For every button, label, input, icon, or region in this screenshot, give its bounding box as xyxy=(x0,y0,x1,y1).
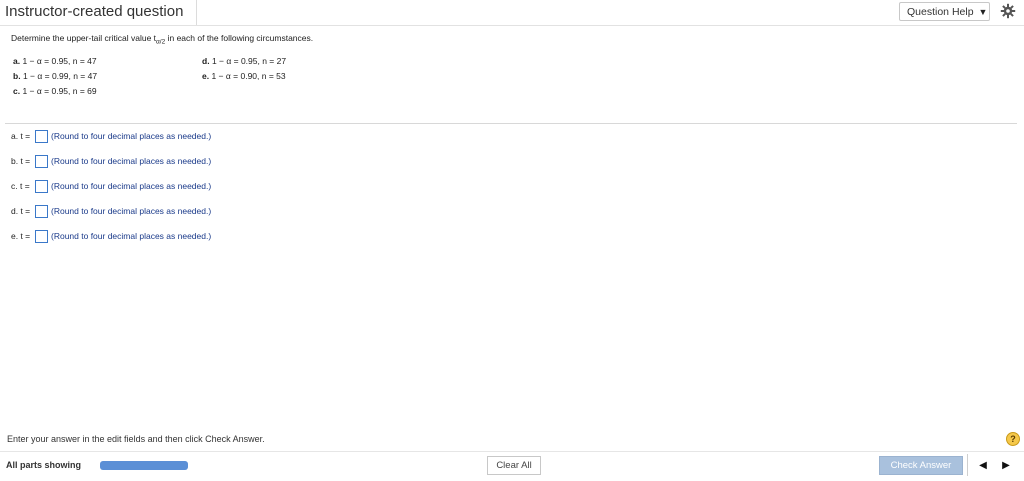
section-divider xyxy=(5,123,1017,124)
condition-text: 1 − α = 0.95, n = 27 xyxy=(211,56,287,66)
next-arrow-icon[interactable]: ▶ xyxy=(996,456,1016,475)
prompt-subscript: α/2 xyxy=(156,38,166,46)
condition-letter: d. xyxy=(202,56,210,66)
question-help-label: Question Help xyxy=(907,5,974,18)
check-answer-button[interactable]: Check Answer xyxy=(879,456,963,475)
header-bar: Instructor-created question Question Hel… xyxy=(0,0,1024,26)
condition-letter: c. xyxy=(13,86,21,96)
previous-arrow-icon[interactable]: ◀ xyxy=(973,456,993,475)
parts-progress-bar xyxy=(100,461,188,470)
condition-b: b. 1 − α = 0.99, n = 47 xyxy=(13,71,97,81)
answer-input-d[interactable] xyxy=(35,204,48,218)
answer-input-a[interactable] xyxy=(35,129,48,143)
answer-input-b[interactable] xyxy=(35,154,48,168)
progress-fill xyxy=(100,461,188,470)
page-title: Instructor-created question xyxy=(5,3,184,20)
rounding-hint: (Round to four decimal places as needed.… xyxy=(51,231,212,241)
parts-showing-label: All parts showing xyxy=(6,460,82,470)
answer-row-e: e. t = (Round to four decimal places as … xyxy=(11,228,211,244)
condition-text: 1 − α = 0.95, n = 69 xyxy=(22,86,97,96)
answer-label: c. t = xyxy=(11,181,30,191)
dropdown-arrow-icon: ▼ xyxy=(978,6,988,17)
footer-divider xyxy=(0,451,1024,452)
answer-row-c: c. t = (Round to four decimal places as … xyxy=(11,178,211,194)
title-separator xyxy=(196,0,197,25)
help-icon[interactable]: ? xyxy=(1006,432,1020,446)
prompt-text-after: in each of the following circumstances. xyxy=(165,33,314,43)
instructions-text: Enter your answer in the edit fields and… xyxy=(7,434,265,444)
nav-separator xyxy=(967,454,968,476)
prompt-text-before: Determine the upper-tail critical value … xyxy=(11,33,157,43)
clear-all-button[interactable]: Clear All xyxy=(487,456,541,475)
condition-letter: b. xyxy=(13,71,21,81)
answer-row-b: b. t = (Round to four decimal places as … xyxy=(11,153,211,169)
answer-label: e. t = xyxy=(11,231,31,241)
condition-text: 1 − α = 0.90, n = 53 xyxy=(211,71,286,81)
condition-c: c. 1 − α = 0.95, n = 69 xyxy=(13,86,97,96)
condition-letter: e. xyxy=(202,71,210,81)
condition-a: a. 1 − α = 0.95, n = 47 xyxy=(13,56,97,66)
condition-d: d. 1 − α = 0.95, n = 27 xyxy=(202,56,286,66)
condition-letter: a. xyxy=(13,56,21,66)
condition-text: 1 − α = 0.95, n = 47 xyxy=(22,56,97,66)
rounding-hint: (Round to four decimal places as needed.… xyxy=(51,156,212,166)
answer-label: a. t = xyxy=(11,131,31,141)
answer-row-d: d. t = (Round to four decimal places as … xyxy=(11,203,211,219)
answer-input-c[interactable] xyxy=(35,179,48,193)
answer-input-e[interactable] xyxy=(35,229,48,243)
rounding-hint: (Round to four decimal places as needed.… xyxy=(51,181,212,191)
condition-text: 1 − α = 0.99, n = 47 xyxy=(22,71,98,81)
answer-label: b. t = xyxy=(11,156,31,166)
rounding-hint: (Round to four decimal places as needed.… xyxy=(51,131,212,141)
question-help-button[interactable]: Question Help ▼ xyxy=(899,2,990,21)
answer-row-a: a. t = (Round to four decimal places as … xyxy=(11,128,211,144)
gear-icon[interactable] xyxy=(1000,3,1016,19)
rounding-hint: (Round to four decimal places as needed.… xyxy=(51,206,212,216)
answer-label: d. t = xyxy=(11,206,31,216)
problem-prompt: Determine the upper-tail critical value … xyxy=(11,33,313,46)
condition-e: e. 1 − α = 0.90, n = 53 xyxy=(202,71,286,81)
